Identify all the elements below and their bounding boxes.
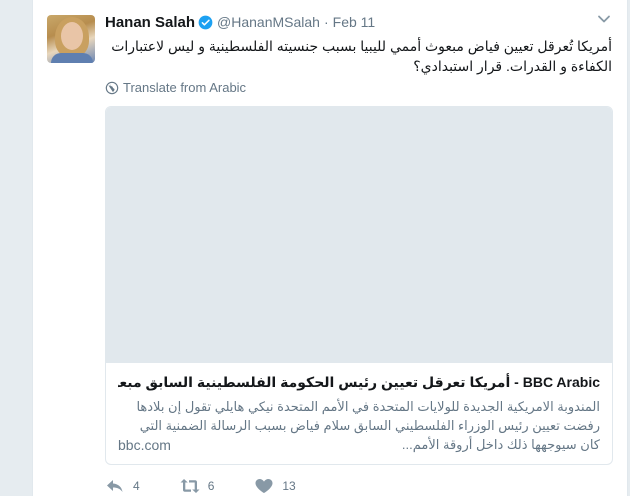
retweet-icon — [180, 479, 200, 493]
tweet-text: أمريكا تُعرقل تعيين فياض مبعوث أممي لليب… — [111, 38, 612, 74]
like-button[interactable]: 13 — [254, 478, 296, 494]
chevron-down-icon[interactable] — [597, 12, 611, 26]
reply-icon — [107, 480, 123, 492]
link-preview-card[interactable]: BBC Arabic - أمريكا تعرقل تعيين رئيس الح… — [105, 106, 613, 465]
card-domain: bbc.com — [118, 437, 171, 453]
tweet-card[interactable]: Hanan Salah @HananMSalah · Feb 11 أمريكا… — [32, 0, 628, 496]
author-name[interactable]: Hanan Salah — [105, 14, 195, 31]
reply-button[interactable]: 4 — [105, 478, 140, 494]
avatar-shirt — [51, 53, 93, 63]
card-title[interactable]: BBC Arabic - أمريكا تعرقل تعيين رئيس الح… — [118, 373, 600, 391]
tweet-header: Hanan Salah @HananMSalah · Feb 11 — [105, 12, 375, 32]
author-handle[interactable]: @HananMSalah — [217, 14, 320, 30]
retweet-count: 6 — [207, 479, 215, 493]
tweet-date[interactable]: Feb 11 — [333, 14, 376, 30]
retweet-button[interactable]: 6 — [180, 478, 215, 494]
like-icon — [255, 479, 273, 493]
translate-link[interactable]: Translate from Arabic — [105, 80, 246, 95]
avatar-face — [61, 22, 83, 50]
card-image — [106, 107, 612, 363]
header-separator: · — [323, 14, 329, 30]
like-count: 13 — [282, 479, 296, 493]
globe-icon — [105, 81, 119, 94]
avatar[interactable] — [47, 15, 95, 63]
tweet-actions: 4 6 13 — [105, 478, 336, 494]
reply-count: 4 — [133, 479, 140, 493]
verified-icon — [198, 15, 213, 29]
translate-label: Translate from Arabic — [123, 80, 247, 95]
card-description: المندوبة الامريكية الجديدة للولايات المت… — [136, 399, 600, 452]
